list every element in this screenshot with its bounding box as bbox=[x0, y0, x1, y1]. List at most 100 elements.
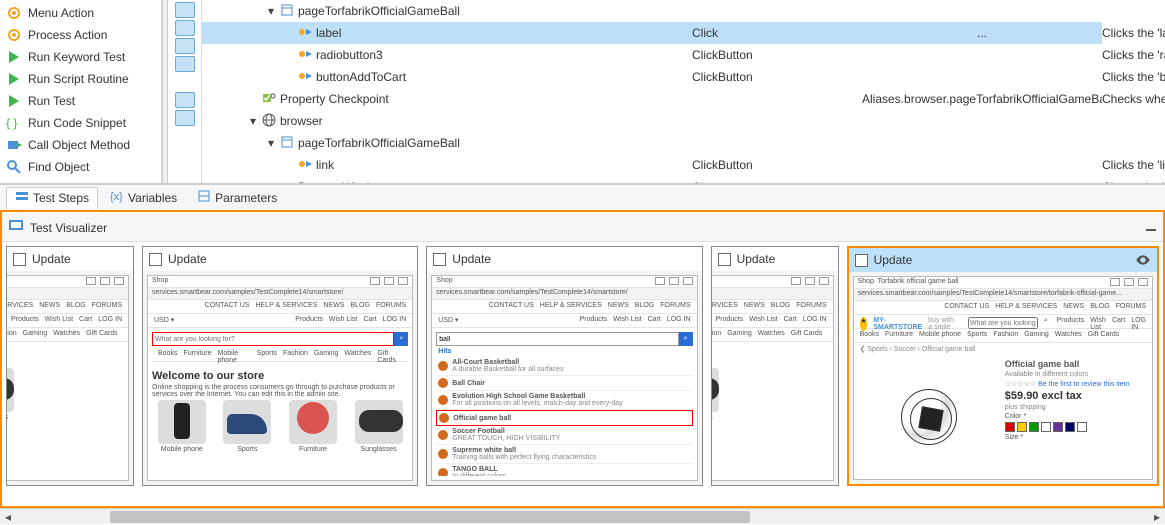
tree-node-name: pageTorfabrikOfficialGameBall bbox=[298, 136, 460, 150]
call-icon bbox=[6, 137, 22, 153]
tab-parameters[interactable]: Parameters bbox=[189, 187, 285, 208]
action-menu-action[interactable]: Menu Action bbox=[0, 2, 161, 24]
action-label: Run Script Routine bbox=[28, 72, 129, 86]
tab-label: Parameters bbox=[215, 191, 277, 205]
browser-tab: Shop bbox=[7, 277, 82, 286]
update-checkbox[interactable] bbox=[855, 254, 868, 267]
horizontal-scrollbar[interactable]: ◂ ▸ bbox=[0, 508, 1165, 524]
update-checkbox[interactable] bbox=[433, 253, 446, 266]
tree-node-name: link bbox=[316, 158, 334, 172]
tree-row[interactable]: radiobutton3 bbox=[202, 44, 692, 66]
action-process-action[interactable]: Process Action bbox=[0, 24, 161, 46]
top-link: BLOG bbox=[1090, 303, 1109, 312]
nav-link: Products bbox=[295, 316, 323, 325]
search-box: ⌕ bbox=[436, 332, 692, 346]
cat-link: Watches bbox=[53, 330, 80, 339]
tree-row-values bbox=[692, 0, 1165, 22]
col-value: Aliases.browser.pageTorfabrikOfficialGam… bbox=[862, 92, 1102, 106]
update-label: Update bbox=[874, 253, 913, 267]
tab-label: Variables bbox=[128, 191, 177, 205]
action-find-object[interactable]: Find Object bbox=[0, 156, 161, 178]
action-call-object-method[interactable]: Call Object Method bbox=[0, 134, 161, 156]
action-run-code-snippet[interactable]: { }Run Code Snippet bbox=[0, 112, 161, 134]
cat-link: Fashion bbox=[7, 330, 17, 339]
update-label: Update bbox=[32, 252, 71, 266]
top-link: NEWS bbox=[1063, 303, 1084, 312]
cat-link: Gift Cards bbox=[791, 330, 823, 339]
update-label: Update bbox=[737, 252, 776, 266]
visualizer-thumb[interactable]: UpdateShopCONTACT USHELP & SERVICESNEWSB… bbox=[711, 246, 839, 486]
tree-node-name: BrowserWindow bbox=[298, 180, 385, 183]
nav-link: Products bbox=[716, 316, 744, 325]
tree-spacer bbox=[284, 160, 294, 170]
top-link: FORUMS bbox=[796, 302, 826, 311]
page-icon bbox=[280, 3, 294, 20]
action-label: Process Action bbox=[28, 28, 107, 42]
prod-label: Mobile phone bbox=[161, 446, 203, 453]
params-icon bbox=[197, 189, 211, 206]
top-link: FORUMS bbox=[1116, 303, 1146, 312]
cat-link: Sports bbox=[257, 350, 277, 359]
chevron-down-icon[interactable]: ▾ bbox=[248, 116, 258, 126]
top-link: BLOG bbox=[350, 302, 369, 311]
visualizer-thumb[interactable]: UpdateShop. Torfabrik official game ball… bbox=[847, 246, 1159, 486]
visualizer-thumb[interactable]: UpdateShopservices.smartbear.com/samples… bbox=[426, 246, 702, 486]
minimize-icon[interactable] bbox=[1145, 220, 1157, 235]
eye-icon[interactable] bbox=[1135, 252, 1151, 271]
cat-link: Books bbox=[860, 331, 879, 340]
action-label: Run Code Snippet bbox=[28, 116, 126, 130]
tree-row-values: Click...Clicks the 'label' object. bbox=[692, 22, 1165, 44]
chevron-down-icon[interactable]: ▾ bbox=[266, 6, 276, 16]
action-run-test[interactable]: Run Test bbox=[0, 90, 161, 112]
nav-link: Wish List bbox=[45, 316, 73, 325]
chevron-down-icon[interactable]: ▾ bbox=[266, 138, 276, 148]
tree-row[interactable]: Property Checkpoint bbox=[202, 88, 692, 110]
browser-tab: Shop bbox=[436, 277, 650, 286]
col-operation: Click bbox=[692, 22, 862, 44]
search-hint-row: Ball Chair bbox=[436, 376, 692, 391]
visualizer-thumb[interactable]: Update ShopCONTACT USHELP & SERVICESNEWSB… bbox=[6, 246, 134, 486]
product-price: $59.90 excl tax bbox=[1005, 390, 1148, 402]
tree-row[interactable]: link bbox=[202, 154, 692, 176]
svg-text:{x}: {x} bbox=[110, 191, 123, 203]
gear-icon bbox=[6, 27, 22, 43]
cat-link: Furniture bbox=[183, 350, 211, 359]
browser-tab: Shop bbox=[712, 277, 787, 286]
preview-browser: ShopCONTACT USHELP & SERVICESNEWSBLOGFOR… bbox=[7, 275, 129, 481]
tree-row[interactable]: buttonAddToCart bbox=[202, 66, 692, 88]
cat-link: Mobile phone bbox=[217, 350, 250, 359]
tree-row[interactable]: ▾ pageTorfabrikOfficialGameBall bbox=[202, 132, 692, 154]
search-box: ⌕ bbox=[152, 332, 408, 346]
preview-browser: Shopservices.smartbear.com/samples/TestC… bbox=[147, 275, 413, 481]
tree-row[interactable]: ▾pageTorfabrikOfficialGameBall bbox=[202, 0, 692, 22]
update-label: Update bbox=[168, 252, 207, 266]
checkprop-icon bbox=[262, 91, 276, 108]
action-icon bbox=[298, 69, 312, 86]
update-checkbox[interactable] bbox=[718, 253, 731, 266]
tab-test-steps[interactable]: Test Steps bbox=[6, 187, 98, 209]
tree-row[interactable]: ▾browser bbox=[202, 110, 692, 132]
action-run-script-routine[interactable]: Run Script Routine bbox=[0, 68, 161, 90]
cat-link: Gaming bbox=[23, 330, 48, 339]
vars-icon: {x} bbox=[110, 189, 124, 206]
cat-link: Gift Cards bbox=[86, 330, 118, 339]
scrollbar-thumb[interactable] bbox=[110, 511, 750, 523]
col-description: Clicks the 'link' button. bbox=[1102, 158, 1165, 172]
update-checkbox[interactable] bbox=[13, 253, 26, 266]
tab-variables[interactable]: {x} Variables bbox=[102, 187, 185, 208]
top-link: NEWS bbox=[39, 302, 60, 311]
search-input bbox=[436, 332, 678, 346]
tree-row[interactable]: label bbox=[202, 22, 692, 44]
top-link: HELP & SERVICES bbox=[995, 303, 1057, 312]
scroll-right-arrow[interactable]: ▸ bbox=[1149, 509, 1165, 525]
update-checkbox[interactable] bbox=[149, 253, 162, 266]
cat-link: Gaming bbox=[314, 350, 339, 359]
scroll-left-arrow[interactable]: ◂ bbox=[0, 509, 16, 525]
tree-row[interactable]: BrowserWindow bbox=[202, 176, 692, 183]
color-swatches bbox=[1005, 422, 1148, 432]
col-operation: ClickButton bbox=[692, 158, 862, 172]
top-link: FORUMS bbox=[92, 302, 122, 311]
visualizer-thumb[interactable]: Update Shopservices.smartbear.com/samples… bbox=[142, 246, 418, 486]
color-label: Color * bbox=[1005, 413, 1148, 420]
action-run-keyword-test[interactable]: Run Keyword Test bbox=[0, 46, 161, 68]
